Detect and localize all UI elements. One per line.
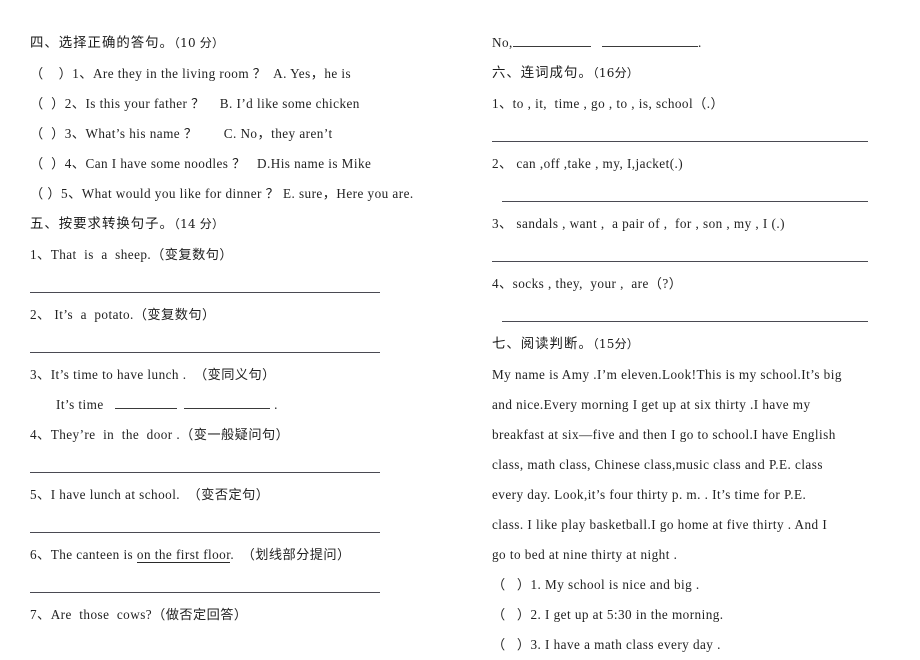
section-5-item-2: 2、 It’s a potato.（变复数句）: [30, 300, 448, 330]
answer-line-6-1[interactable]: [492, 119, 902, 149]
section-5-item-5: 5、I have lunch at school. （变否定句）: [30, 480, 448, 510]
section-4-score: （10 分）: [173, 36, 225, 50]
answer-line-5-3[interactable]: It’s time .: [30, 390, 448, 420]
passage-line: every day. Look,it’s four thirty p. m. .…: [492, 487, 807, 502]
carryover-blank-2[interactable]: [602, 33, 699, 47]
section-7-question-1[interactable]: （ ）1. My school is nice and big .: [492, 570, 902, 600]
section-4-item-3[interactable]: （ ）3、What’s his name ？ C. No，they aren’t: [30, 119, 448, 149]
section-7-score: （15分）: [592, 337, 640, 351]
item-text: It’s a potato.（变复数句）: [50, 307, 216, 322]
section-5-item-3: 3、It’s time to have lunch . （变同义句）: [30, 360, 448, 390]
section-4-item-1[interactable]: （ ）1、Are they in the living room ？ A. Ye…: [30, 59, 448, 89]
passage-line: and nice.Every morning I get up at six t…: [492, 397, 811, 412]
answer-line-6-4[interactable]: [492, 299, 902, 329]
item-text: It’s time to have lunch . （变同义句）: [50, 367, 276, 382]
item-text-after: . （划线部分提问）: [230, 547, 351, 562]
section-5-item-4: 4、They’re in the door .（变一般疑问句）: [30, 420, 448, 450]
section-6-title: 六、连词成句。: [492, 66, 593, 81]
passage-line: class, math class, Chinese class,music c…: [492, 457, 823, 472]
carryover-blank-1[interactable]: [512, 33, 591, 47]
answer-blank-2[interactable]: [184, 395, 271, 409]
section-4-item-4[interactable]: （ ）4、Can I have some noodles ？ D.His nam…: [30, 149, 448, 179]
passage-line: My name is Amy .I’m eleven.Look!This is …: [492, 367, 842, 382]
section-5-item-7: 7、Are those cows?（做否定回答）: [30, 600, 448, 630]
section-7-question-2[interactable]: （ ）2. I get up at 5:30 in the morning.: [492, 600, 902, 630]
item-number: 7、: [30, 607, 51, 622]
section-4-item-2[interactable]: （ ）2、Is this your father ？ B. I’d like s…: [30, 89, 448, 119]
item-text: They’re in the door .（变一般疑问句）: [50, 427, 290, 442]
section-7-question-3[interactable]: （ ）3. I have a math class every day .: [492, 630, 902, 660]
item-number: 4、: [30, 427, 51, 442]
passage-line: class. I like play basketball.I go home …: [492, 517, 828, 532]
section-6-item-2: 2、 can ,off ,take , my, I,jacket(.): [492, 156, 684, 171]
section-5-title: 五、按要求转换句子。: [30, 217, 174, 232]
inline-answer-suffix: .: [274, 397, 278, 412]
item-number: 6、: [30, 547, 51, 562]
worksheet-page: 四、选择正确的答句。（10 分） （ ）1、Are they in the li…: [0, 0, 920, 652]
section-4-item-5[interactable]: （ ）5、What would you like for dinner ？ E.…: [30, 179, 448, 209]
section-4-heading: 四、选择正确的答句。（10 分）: [30, 28, 448, 59]
section-7-title: 七、阅读判断。: [492, 337, 593, 352]
section-5-item-1: 1、That is a sheep.（变复数句）: [30, 240, 448, 270]
item-text: Are those cows?（做否定回答）: [50, 607, 248, 622]
section-6-item-3: 3、 sandals , want , a pair of , for , so…: [492, 216, 785, 231]
item-text: That is a sheep.（变复数句）: [50, 247, 233, 262]
item-number: 5、: [30, 487, 51, 502]
section-6-score: （16分）: [592, 66, 640, 80]
passage-line: breakfast at six—five and then I go to s…: [492, 427, 836, 442]
inline-answer-prefix: It’s time: [56, 397, 104, 412]
passage-line: go to bed at nine thirty at night .: [492, 547, 678, 562]
section-6-heading: 六、连词成句。（16分）: [492, 58, 902, 89]
answer-line-5-5[interactable]: [30, 510, 448, 540]
section-5-score: （14 分）: [173, 217, 225, 231]
answer-line-5-1[interactable]: [30, 270, 448, 300]
underlined-phrase: on the first floor: [136, 547, 231, 563]
section-5-item-6: 6、The canteen is on the first floor. （划线…: [30, 540, 448, 570]
section-4-title: 四、选择正确的答句。: [30, 36, 174, 51]
answer-line-5-2[interactable]: [30, 330, 448, 360]
carryover-answer-line[interactable]: No, .: [492, 28, 902, 58]
carryover-prefix: No,: [492, 35, 513, 50]
section-6-item-1: 1、to , it, time , go , to , is, school（.…: [492, 96, 725, 111]
item-text-before: The canteen is: [50, 547, 137, 562]
left-column: 四、选择正确的答句。（10 分） （ ）1、Are they in the li…: [30, 28, 460, 641]
item-number: 1、: [30, 247, 51, 262]
item-text: I have lunch at school. （变否定句）: [50, 487, 270, 502]
answer-line-6-2[interactable]: [492, 179, 902, 209]
answer-blank-1[interactable]: [114, 395, 177, 409]
answer-line-5-4[interactable]: [30, 450, 448, 480]
section-6-item-4: 4、socks , they, your , are（?）: [492, 276, 683, 291]
answer-line-6-3[interactable]: [492, 239, 902, 269]
item-number: 3、: [30, 367, 51, 382]
right-column: No, . 六、连词成句。（16分） 1、to , it, time , go …: [460, 28, 902, 652]
section-7-heading: 七、阅读判断。（15分）: [492, 329, 902, 360]
item-number: 2、: [30, 307, 51, 322]
answer-line-5-6[interactable]: [30, 570, 448, 600]
section-5-heading: 五、按要求转换句子。（14 分）: [30, 209, 448, 240]
carryover-suffix: .: [698, 35, 702, 50]
